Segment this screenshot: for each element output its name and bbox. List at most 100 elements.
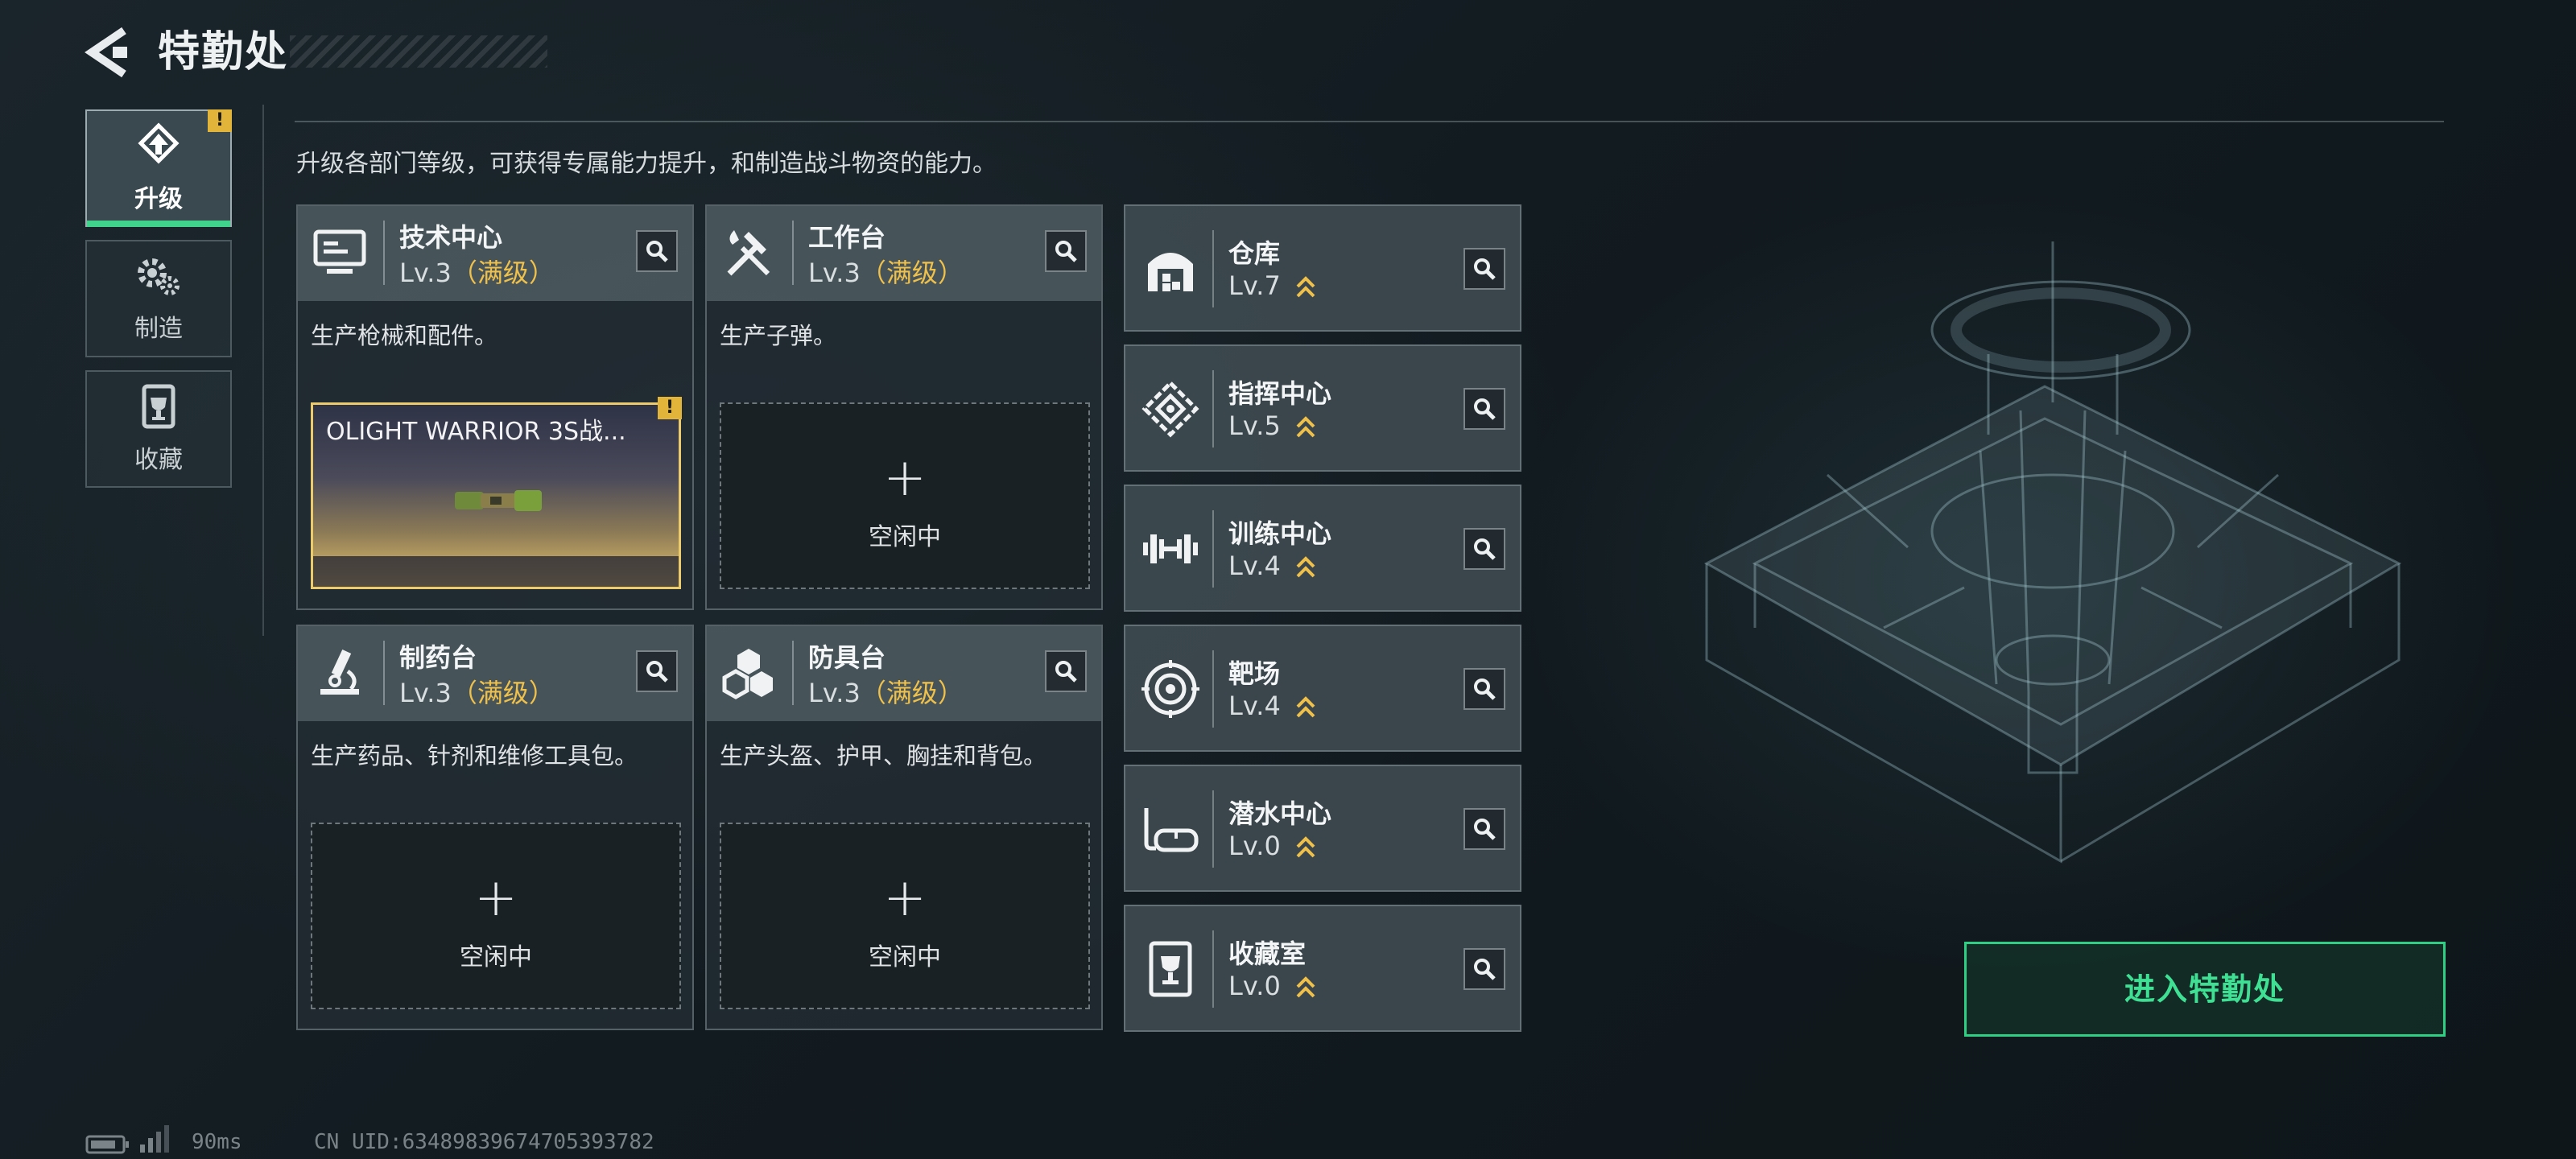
- nav-tab-craft[interactable]: 制造: [85, 240, 232, 357]
- facility-level: Lv.4: [1228, 551, 1281, 581]
- facility-level: Lv.0: [1228, 971, 1281, 1001]
- add-icon: +: [883, 448, 927, 508]
- workshop-description: 生产枪械和配件。: [311, 322, 498, 349]
- facility-name: 潜水中心: [1228, 798, 1332, 829]
- dumbbell-icon: [1140, 518, 1201, 580]
- card-header: 技术中心 Lv.3（满级）: [298, 206, 692, 301]
- card-header: 防具台 Lv.3（满级）: [707, 626, 1101, 721]
- inspect-button[interactable]: [636, 230, 678, 272]
- nav-divider: [262, 105, 264, 636]
- facility-level: Lv.4: [1228, 691, 1281, 721]
- title-decoration: [290, 35, 547, 68]
- inspect-button[interactable]: [1463, 808, 1505, 850]
- upgradable-chevron-icon: [1296, 976, 1315, 998]
- microscope-icon: [311, 644, 369, 702]
- inspect-button[interactable]: [636, 650, 678, 692]
- facility-name: 训练中心: [1228, 518, 1332, 549]
- workshop-level: Lv.3（满级）: [399, 258, 555, 288]
- item-progress-strip: [313, 556, 679, 587]
- slot-status: 空闲中: [869, 943, 941, 971]
- tools-icon: [720, 224, 778, 282]
- inspect-button[interactable]: [1045, 230, 1087, 272]
- inspect-button[interactable]: [1463, 668, 1505, 710]
- upgrade-alert-badge: !: [208, 109, 232, 132]
- search-icon: [1055, 241, 1077, 262]
- page-subtitle: 升级各部门等级，可获得专属能力提升，和制造战斗物资的能力。: [296, 150, 997, 178]
- search-icon: [1474, 398, 1496, 420]
- search-icon: [1055, 661, 1077, 683]
- facility-separator: [1212, 370, 1214, 448]
- facility-level: Lv.5: [1228, 410, 1281, 441]
- production-slot-active[interactable]: OLIGHT WARRIOR 3S战... !: [311, 397, 682, 589]
- slot-alert-badge: !: [658, 397, 682, 419]
- workshop-description: 生产药品、针剂和维修工具包。: [311, 742, 638, 769]
- facility-level: Lv.7: [1228, 270, 1281, 301]
- inspect-button[interactable]: [1463, 388, 1505, 430]
- card-header: 制药台 Lv.3（满级）: [298, 626, 692, 721]
- cubes-icon: [720, 644, 778, 702]
- search-icon: [1474, 959, 1496, 980]
- nav-label-upgrade: 升级: [134, 185, 183, 213]
- workshop-card-armory: 防具台 Lv.3（满级） 生产头盔、护甲、胸挂和背包。 + 空闲中: [705, 625, 1103, 1030]
- ping-readout: 90ms: [192, 1130, 242, 1154]
- flashlight-item-image: [455, 490, 542, 511]
- production-slot-idle[interactable]: + 空闲中: [720, 402, 1090, 589]
- nav-tab-upgrade[interactable]: 升级 !: [85, 109, 232, 227]
- warehouse-icon: [1140, 238, 1201, 299]
- enter-special-ops-button[interactable]: 进入特勤处: [1964, 942, 2446, 1037]
- workshop-level: Lv.3（满级）: [808, 678, 964, 708]
- facility-collection-room[interactable]: 收藏室 Lv.0: [1124, 905, 1521, 1032]
- card-header: 工作台 Lv.3（满级）: [707, 206, 1101, 301]
- card-separator: [383, 221, 385, 285]
- workshop-card-tech-center: 技术中心 Lv.3（满级） 生产枪械和配件。 OLIGHT WARRIOR 3S…: [296, 204, 694, 610]
- card-separator: [792, 221, 794, 285]
- facility-name: 仓库: [1228, 238, 1281, 269]
- inspect-button[interactable]: [1045, 650, 1087, 692]
- workshop-level: Lv.3（满级）: [808, 258, 964, 288]
- production-slot-idle[interactable]: + 空闲中: [720, 823, 1090, 1009]
- facility-separator: [1212, 510, 1214, 588]
- upgradable-chevron-icon: [1296, 276, 1315, 298]
- slot-status: 空闲中: [869, 523, 941, 551]
- back-button[interactable]: [80, 24, 137, 80]
- facility-command-center[interactable]: 指挥中心 Lv.5: [1124, 344, 1521, 472]
- search-icon: [1474, 258, 1496, 280]
- maxed-label: （满级）: [860, 678, 964, 708]
- upgradable-chevron-icon: [1296, 416, 1315, 438]
- search-icon: [1474, 538, 1496, 560]
- target-icon: [1140, 658, 1201, 720]
- inspect-button[interactable]: [1463, 248, 1505, 290]
- workshop-name: 技术中心: [399, 222, 503, 253]
- production-slot-idle[interactable]: + 空闲中: [311, 823, 681, 1009]
- gears-icon: [134, 254, 183, 302]
- nav-tab-collection[interactable]: 收藏: [85, 370, 232, 488]
- search-icon: [1474, 678, 1496, 700]
- upgrade-icon: [134, 122, 183, 172]
- inspect-button[interactable]: [1463, 948, 1505, 990]
- signal-icon: [140, 1125, 169, 1153]
- workshop-description: 生产子弹。: [720, 322, 837, 349]
- facility-warehouse[interactable]: 仓库 Lv.7: [1124, 204, 1521, 332]
- facility-shooting-range[interactable]: 靶场 Lv.4: [1124, 625, 1521, 752]
- facility-separator: [1212, 930, 1214, 1008]
- workshop-card-workbench: 工作台 Lv.3（满级） 生产子弹。 + 空闲中: [705, 204, 1103, 610]
- collection-room-icon: [1140, 938, 1201, 1000]
- facility-diving-center[interactable]: 潜水中心 Lv.0: [1124, 765, 1521, 892]
- back-arrow-icon: [85, 27, 127, 78]
- workshop-name: 防具台: [808, 642, 886, 673]
- inspect-button[interactable]: [1463, 528, 1505, 570]
- computer-icon: [311, 224, 369, 282]
- base-hologram-illustration: [1703, 241, 2402, 864]
- upgradable-chevron-icon: [1296, 836, 1315, 858]
- search-icon: [646, 661, 668, 683]
- page-title: 特勤处: [158, 28, 289, 76]
- workshop-card-pharmacy: 制药台 Lv.3（满级） 生产药品、针剂和维修工具包。 + 空闲中: [296, 625, 694, 1030]
- card-separator: [383, 641, 385, 705]
- battery-icon: [85, 1135, 129, 1154]
- facility-separator: [1212, 650, 1214, 728]
- upgradable-chevron-icon: [1296, 696, 1315, 718]
- maxed-label: （满级）: [451, 258, 555, 288]
- facility-separator: [1212, 790, 1214, 868]
- player-uid: CN UID:6348983967470539378​2: [314, 1130, 654, 1154]
- facility-training-center[interactable]: 训练中心 Lv.4: [1124, 485, 1521, 612]
